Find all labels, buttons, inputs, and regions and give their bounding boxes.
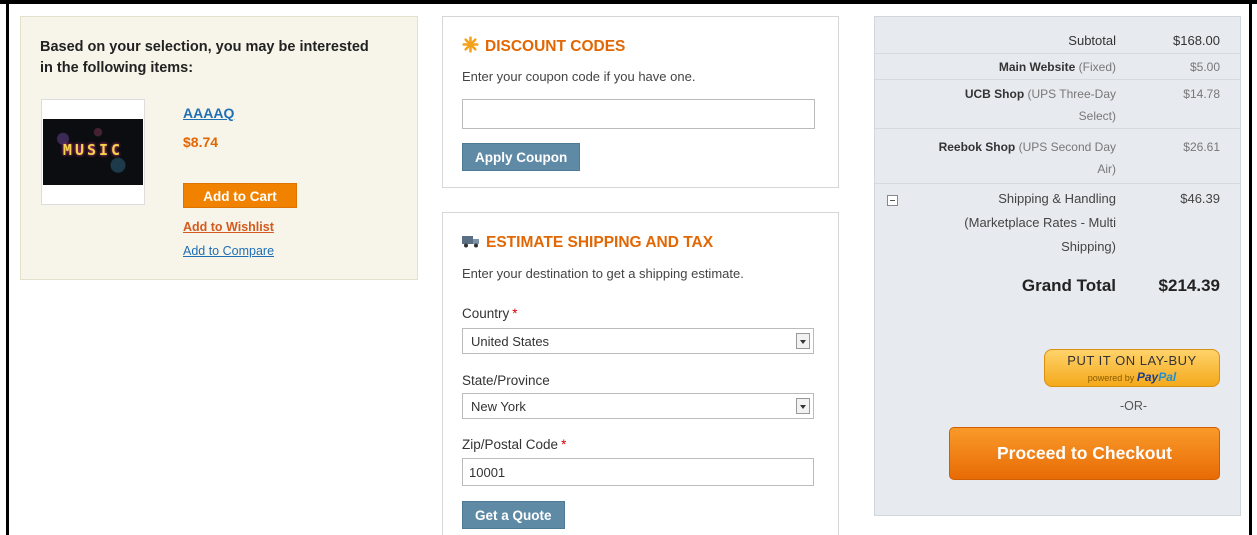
shipping-intro: Enter your destination to get a shipping… [462, 266, 744, 281]
crosssell-heading: Based on your selection, you may be inte… [40, 39, 369, 76]
estimate-shipping-box: ESTIMATE SHIPPING AND TAX Enter your des… [442, 212, 839, 535]
order-totals-panel: Subtotal $168.00 Main Website (Fixed) $5… [874, 16, 1241, 516]
state-select[interactable]: New York [462, 393, 814, 419]
asterisk-icon [462, 36, 479, 53]
shipping-title: ESTIMATE SHIPPING AND TAX [462, 234, 713, 252]
grand-total-value: $214.39 [1158, 276, 1220, 295]
add-to-wishlist-link[interactable]: Add to Wishlist [183, 220, 274, 234]
country-select-value: United States [471, 334, 550, 349]
product-price: $8.74 [183, 134, 219, 150]
chevron-down-icon[interactable] [796, 333, 810, 349]
grand-total-label: Grand Total [1021, 276, 1116, 295]
crosssell-panel: Based on your selection, you may be inte… [20, 16, 418, 280]
discount-codes-box: DISCOUNT CODES Enter your coupon code if… [442, 16, 839, 188]
state-select-value: New York [471, 399, 526, 414]
coupon-code-input[interactable] [462, 99, 815, 129]
main-website-value: $5.00 [1189, 60, 1220, 74]
zip-label: Zip/Postal Code * [462, 437, 567, 452]
window-frame-right [1249, 0, 1252, 535]
paypal-logo: powered by PayPal [1087, 370, 1177, 384]
discount-title: DISCOUNT CODES [462, 36, 625, 56]
state-label: State/Province [462, 373, 550, 388]
window-frame-left [6, 0, 9, 535]
main-website-label: Main Website (Fixed) [998, 60, 1116, 74]
subtotal-row: Subtotal $168.00 [875, 28, 1240, 54]
subtotal-value: $168.00 [1173, 33, 1220, 48]
zip-code-input[interactable] [462, 458, 814, 486]
subtotal-label: Subtotal [1068, 33, 1116, 48]
window-frame-top [0, 0, 1257, 4]
discount-intro: Enter your coupon code if you have one. [462, 69, 696, 84]
add-to-compare-link[interactable]: Add to Compare [183, 244, 274, 258]
product-image[interactable]: MUSIC [43, 119, 143, 185]
main-website-row: Main Website (Fixed) $5.00 [875, 55, 1240, 80]
proceed-to-checkout-button[interactable]: Proceed to Checkout [949, 427, 1220, 480]
collapse-icon[interactable] [887, 195, 898, 206]
country-label: Country * [462, 306, 518, 321]
truck-icon [462, 236, 479, 248]
apply-coupon-button[interactable]: Apply Coupon [462, 143, 581, 171]
discount-title-text: DISCOUNT CODES [485, 38, 626, 55]
get-quote-button[interactable]: Get a Quote [462, 501, 565, 529]
reebok-shop-row: Reebok Shop (UPS Second Day Air) $26.61 [875, 130, 1240, 184]
country-select[interactable]: United States [462, 328, 814, 354]
shipping-handling-row: Shipping & Handling (Marketplace Rates - … [875, 185, 1240, 265]
or-separator: -OR- [1119, 399, 1148, 413]
reebok-shop-value: $26.61 [1183, 140, 1220, 154]
ucb-shop-value: $14.78 [1183, 87, 1220, 101]
product-thumbnail[interactable]: MUSIC [41, 99, 145, 205]
lay-buy-button[interactable]: PUT IT ON LAY-BUY powered by PayPal [1044, 349, 1220, 387]
shipping-handling-value: $46.39 [1180, 191, 1220, 206]
chevron-down-icon[interactable] [796, 398, 810, 414]
reebok-shop-label: Reebok Shop (UPS Second Day Air) [938, 140, 1116, 176]
product-name-link[interactable]: AAAAQ [183, 105, 234, 121]
shipping-handling-label: Shipping & Handling (Marketplace Rates - … [964, 191, 1116, 254]
shipping-title-text: ESTIMATE SHIPPING AND TAX [486, 234, 714, 251]
ucb-shop-label: UCB Shop (UPS Three-Day Select) [964, 87, 1116, 123]
lay-buy-label: PUT IT ON LAY-BUY [1067, 353, 1197, 368]
ucb-shop-row: UCB Shop (UPS Three-Day Select) $14.78 [875, 81, 1240, 129]
product-image-text: MUSIC [62, 141, 124, 159]
add-to-cart-button[interactable]: Add to Cart [183, 183, 297, 208]
